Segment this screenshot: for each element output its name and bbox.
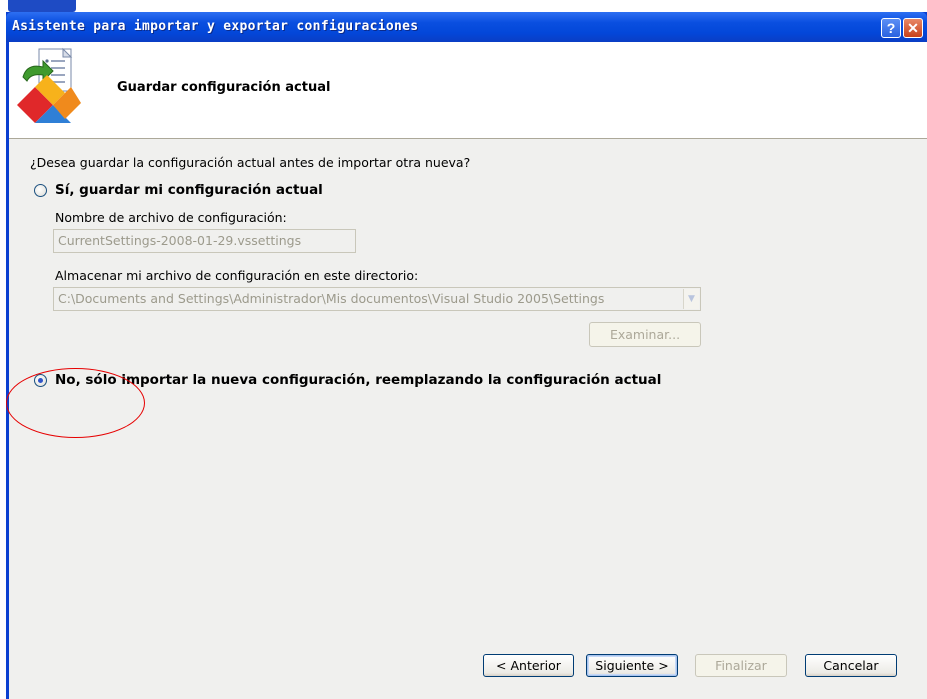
cancel-button[interactable]: Cancelar <box>805 654 897 677</box>
directory-select[interactable]: C:\Documents and Settings\Administrador\… <box>53 287 701 311</box>
close-icon[interactable]: ✕ <box>903 18 923 38</box>
filename-value: CurrentSettings-2008-01-29.vssettings <box>58 233 302 248</box>
question-text: ¿Desea guardar la configuración actual a… <box>30 155 471 170</box>
import-only-radio[interactable] <box>34 374 47 387</box>
directory-label: Almacenar mi archivo de configuración en… <box>55 268 419 283</box>
save-settings-label[interactable]: Sí, guardar mi configuración actual <box>55 182 323 198</box>
background-strip <box>0 0 927 12</box>
wizard-window: Asistente para importar y exportar confi… <box>6 12 927 699</box>
import-only-label[interactable]: No, sólo importar la nueva configuración… <box>55 372 661 388</box>
browse-button[interactable]: Examinar... <box>589 322 701 347</box>
dialog-body: Guardar configuración actual ¿Desea guar… <box>6 42 927 699</box>
save-settings-radio[interactable] <box>34 184 47 197</box>
wizard-header: Guardar configuración actual <box>9 42 927 139</box>
chevron-down-icon[interactable]: ▼ <box>683 289 699 309</box>
title-bar[interactable]: Asistente para importar y exportar confi… <box>6 12 927 42</box>
filename-label: Nombre de archivo de configuración: <box>55 210 287 225</box>
finish-button[interactable]: Finalizar <box>695 654 787 677</box>
help-icon[interactable]: ? <box>881 18 901 38</box>
background-window-tab <box>8 0 76 12</box>
directory-value: C:\Documents and Settings\Administrador\… <box>58 291 605 306</box>
filename-field[interactable]: CurrentSettings-2008-01-29.vssettings <box>53 229 356 253</box>
back-button[interactable]: < Anterior <box>483 654 574 677</box>
next-button[interactable]: Siguiente > <box>586 654 678 677</box>
header-title: Guardar configuración actual <box>117 80 331 95</box>
radio-selected-dot <box>38 378 43 383</box>
settings-wizard-icon <box>17 47 81 123</box>
window-title: Asistente para importar y exportar confi… <box>12 19 419 34</box>
